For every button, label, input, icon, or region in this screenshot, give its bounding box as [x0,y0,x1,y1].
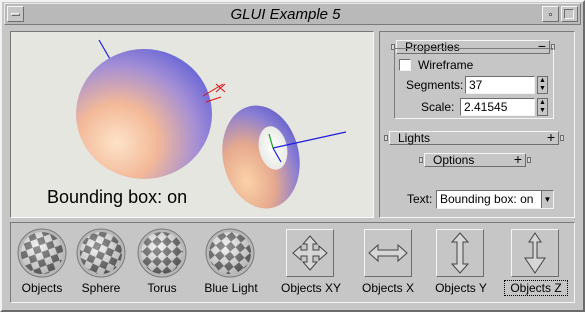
wireframe-checkbox[interactable] [399,59,411,71]
wireframe-label: Wireframe [418,58,474,72]
window-menu-button[interactable] [7,6,24,22]
options-title: Options [433,153,475,167]
translate-z-control[interactable] [511,229,559,277]
rotation-label: Torus [147,281,177,295]
move-y-icon [450,232,470,274]
minimize-button[interactable] [542,6,559,22]
sphere-shape [76,49,212,179]
chevron-down-icon[interactable]: ▼ [541,191,553,208]
gl-viewport[interactable]: Bounding box: on [10,31,374,218]
scale-input[interactable]: 2.41545 [460,98,535,116]
rollout-nub [527,157,531,163]
move-z-icon [524,232,546,274]
maximize-icon [564,9,574,19]
translation-label-focused: Objects Z [504,280,568,296]
translate-x-control[interactable] [364,229,412,277]
maximize-button[interactable] [561,6,578,22]
rollout-nub [384,135,388,141]
text-label: Text: [407,192,433,206]
rollout-nub [419,157,423,163]
torus-shape [222,105,300,209]
lights-rollout-header[interactable]: Lights + [384,129,564,145]
scale-label: Scale: [421,100,455,114]
window-title: GLUI Example 5 [230,6,341,23]
rotation-label: Objects [21,281,63,295]
rotation-label: Sphere [81,281,121,295]
spin-up-icon[interactable]: ▲ [538,77,547,85]
spin-up-icon[interactable]: ▲ [538,99,547,107]
title-bar[interactable]: GLUI Example 5 [4,3,581,25]
scale-spinner[interactable]: ▲ ▼ [537,98,548,116]
spin-down-icon[interactable]: ▼ [538,85,547,93]
rotation-label: Blue Light [204,281,258,295]
translation-label: Objects X [361,281,415,295]
minimize-icon [549,13,552,16]
text-dropdown[interactable]: Bounding box: on ▼ [436,190,554,209]
rollout-nub [560,135,564,141]
expand-icon: + [546,129,555,145]
move-xy-icon [292,235,328,271]
translation-label: Objects Y [435,281,487,295]
translation-label: Objects XY [280,281,342,295]
translate-y-control[interactable] [436,229,484,277]
bounding-box-text: Bounding box: on [47,187,188,207]
segments-label: Segments: [406,78,464,92]
move-x-icon [368,243,408,263]
options-rollout-header[interactable]: Options + [419,151,531,167]
lights-title: Lights [398,131,431,145]
segments-spinner[interactable]: ▲ ▼ [537,76,548,94]
segments-input[interactable]: 37 [465,76,535,94]
expand-icon: + [513,151,522,167]
text-dropdown-value: Bounding box: on [440,192,534,206]
spin-down-icon[interactable]: ▼ [538,107,547,115]
translate-xy-control[interactable] [286,229,334,277]
menu-bar-icon [11,13,20,16]
